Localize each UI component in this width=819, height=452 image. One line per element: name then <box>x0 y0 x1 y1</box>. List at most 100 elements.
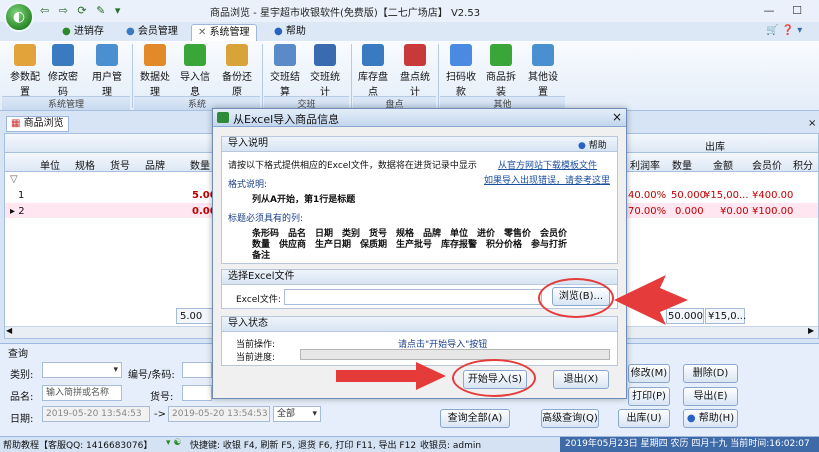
col-header-member-price[interactable]: 会员价 <box>752 157 782 172</box>
ribbon-button-label: 扫码收款 <box>446 72 476 98</box>
ribbon-group-label: 系统管理 <box>2 96 130 110</box>
file-path-input[interactable] <box>284 289 542 305</box>
columns-line2: 数量 供应商 生产日期 保质期 生产批号 库存报警 积分价格 参与打折 <box>252 240 568 250</box>
table-row[interactable] <box>5 203 215 218</box>
ribbon-button[interactable]: 交班统计 <box>306 44 344 98</box>
ribbon-button[interactable]: 其他设置 <box>524 44 562 98</box>
ribbon-icon <box>144 44 166 66</box>
dialog-close-button[interactable]: × <box>612 110 622 124</box>
current-op-label: 当前操作: <box>236 340 276 350</box>
cell-profit: 70.00% <box>628 206 667 217</box>
format-text: 列从A开始，第1行是标题 <box>252 195 356 205</box>
query-all-button[interactable]: 查询全部(A) <box>440 409 510 428</box>
ribbon-button[interactable]: 交班结算 <box>266 44 304 98</box>
code-input[interactable] <box>182 362 212 378</box>
download-template-link[interactable]: 从官方网站下载模板文件 <box>498 158 597 171</box>
footer-qty: 5.00 <box>180 311 203 322</box>
range-value: 全部 <box>277 409 296 419</box>
col-header-profit[interactable]: 利润率 <box>630 157 660 172</box>
ribbon-button[interactable]: 库存盘点 <box>354 44 392 98</box>
col-header-qty[interactable]: 数量 <box>190 157 210 172</box>
ribbon-button[interactable]: 商品拆装 <box>482 44 520 98</box>
tab-product-browse[interactable]: ▦ 商品浏览 <box>6 116 69 132</box>
status-shortcuts: 快捷键: 收银 F4, 刷新 F5, 退货 F6, 打印 F11, 导出 F12 <box>190 441 417 451</box>
ribbon-button[interactable]: 参数配置 <box>6 44 44 98</box>
scroll-right-icon[interactable]: ▶ <box>808 326 814 335</box>
status-header: 导入状态 <box>222 317 617 332</box>
ribbon-button[interactable]: 备份还原 <box>218 44 256 98</box>
code-label: 编号/条码: <box>128 370 175 381</box>
dialog-help-link[interactable]: ● 帮助 <box>578 138 607 151</box>
maximize-button[interactable]: ☐ <box>783 2 811 20</box>
cell-member-price: ¥100.00 <box>752 206 794 217</box>
col-header-itemno[interactable]: 货号 <box>110 157 130 172</box>
app-menu-button[interactable]: ◐ <box>4 2 34 32</box>
row-indicator: 1 <box>18 190 25 201</box>
status-help[interactable]: 帮助教程【客服QQ: 1416683076】 <box>3 438 152 451</box>
cell-out-amount: ¥0.00 <box>720 206 749 217</box>
category-select[interactable]: ▾ <box>42 362 122 378</box>
date-to-picker[interactable]: 2019-05-20 13:54:53 <box>168 406 270 422</box>
ribbon-button[interactable]: 导入信息 <box>176 44 214 98</box>
tab-help[interactable]: ● 帮助 <box>268 24 312 41</box>
tab-system[interactable]: ✕ 系统管理 <box>191 24 257 41</box>
ribbon-icon <box>226 44 248 66</box>
item-no-input[interactable] <box>182 385 212 401</box>
col-header-out-amount[interactable]: 金额 <box>713 157 733 172</box>
ribbon-button[interactable]: 扫码收款 <box>442 44 480 98</box>
table-row[interactable] <box>5 188 215 202</box>
tab-label: 进销存 <box>73 26 104 37</box>
tab-member[interactable]: ● 会员管理 <box>120 24 184 41</box>
excel-icon <box>217 112 229 123</box>
ribbon-icon <box>184 44 206 66</box>
ribbon-icon <box>52 44 74 66</box>
col-group-outbound: 出库 <box>705 142 725 153</box>
ribbon-button[interactable]: 用户管理 <box>88 44 126 98</box>
ribbon-icon <box>490 44 512 66</box>
menu-right-icons[interactable]: 🛒 ❓ ▾ <box>766 25 802 36</box>
exit-button[interactable]: 退出(X) <box>553 370 609 389</box>
tab-inventory[interactable]: ● 进销存 <box>56 24 110 41</box>
ribbon-icon <box>14 44 36 66</box>
chevron-down-icon: ▾ <box>113 365 118 375</box>
tab-label: 会员管理 <box>137 26 178 37</box>
close-doc-icon[interactable]: × <box>808 118 816 129</box>
annotation-circle <box>538 278 614 318</box>
help-button[interactable]: ● 帮助(H) <box>683 409 738 428</box>
intro-text: 请按以下格式提供相应的Excel文件，数据将在进货记录中显示 <box>228 161 477 171</box>
filter-row-icon[interactable]: ▽ <box>10 174 18 185</box>
ribbon-button-label: 备份还原 <box>222 72 252 98</box>
scroll-left-icon[interactable]: ◀ <box>6 326 12 335</box>
ribbon-button[interactable]: 数据处理 <box>136 44 174 98</box>
name-input[interactable]: 输入简拼或名称 <box>42 385 122 401</box>
outbound-button[interactable]: 出库(U) <box>618 409 670 428</box>
category-label: 类别: <box>10 370 34 381</box>
delete-button[interactable]: 删除(D) <box>683 364 738 383</box>
col-header-points[interactable]: 积分 <box>793 157 813 172</box>
modify-button[interactable]: 修改(M) <box>628 364 670 383</box>
tab-label: 系统管理 <box>209 27 250 38</box>
query-title: 查询 <box>8 349 28 360</box>
ribbon-icon <box>96 44 118 66</box>
columns-line3: 备注 <box>252 251 271 261</box>
range-select[interactable]: 全部 ▾ <box>273 406 321 422</box>
ribbon-button[interactable]: 盘点统计 <box>396 44 434 98</box>
print-button[interactable]: 打印(P) <box>628 387 670 406</box>
instructions-header: 导入说明 <box>222 137 617 152</box>
date-from-picker[interactable]: 2019-05-20 13:54:53 <box>42 406 150 422</box>
col-header-out-qty[interactable]: 数量 <box>672 157 692 172</box>
ribbon-button-label: 参数配置 <box>10 72 40 98</box>
progress-label: 当前进度: <box>236 353 276 363</box>
col-header-unit[interactable]: 单位 <box>40 157 60 172</box>
ribbon-icon <box>450 44 472 66</box>
col-header-brand[interactable]: 品牌 <box>145 157 165 172</box>
advanced-query-button[interactable]: 高级查询(Q) <box>541 409 599 428</box>
cell-out-qty: 50.000 <box>671 190 706 201</box>
quick-access-toolbar[interactable]: ⇦ ⇨ ⟳ ✎ ▾ <box>40 4 123 17</box>
ribbon-button[interactable]: 修改密码 <box>44 44 82 98</box>
col-header-spec[interactable]: 规格 <box>75 157 95 172</box>
doc-tab-label: 商品浏览 <box>23 118 64 129</box>
minimize-button[interactable]: — <box>755 2 783 20</box>
error-help-link[interactable]: 如果导入出现错误，请参考这里 <box>484 173 610 186</box>
export-button[interactable]: 导出(E) <box>683 387 738 406</box>
